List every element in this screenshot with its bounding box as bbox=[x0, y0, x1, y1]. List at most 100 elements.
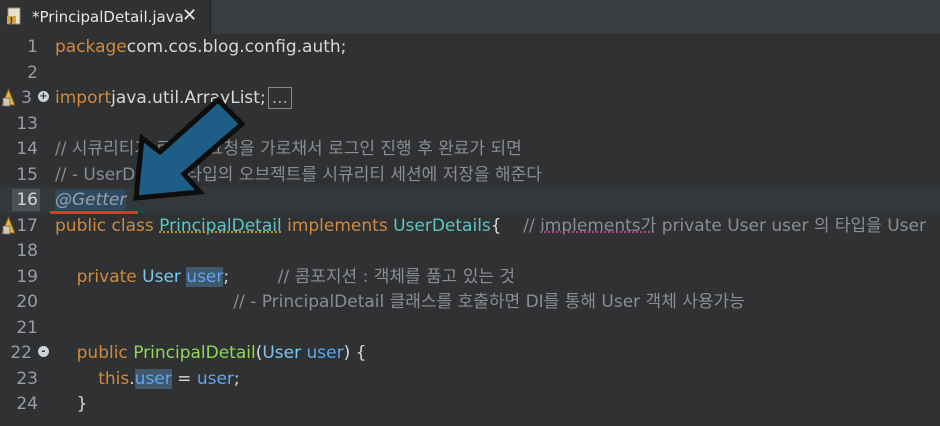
code-token: // 시큐리티가 로그인 요청을 가로채서 로그인 진행 후 완료가 되면 bbox=[55, 139, 522, 159]
code-token: private User user 의 타입을 User bbox=[656, 215, 926, 236]
code-token: } bbox=[55, 394, 88, 414]
java-file-icon: J bbox=[7, 7, 21, 25]
code-token: @Getter bbox=[55, 190, 127, 210]
line-gutter[interactable]: 21 bbox=[0, 315, 48, 341]
line-gutter[interactable]: 2 bbox=[0, 60, 48, 86]
code-token: // - PrincipalDetail 클래스를 호출하면 DI를 통해 Us… bbox=[233, 292, 745, 312]
code-token: UserDetails bbox=[393, 215, 491, 236]
code-token: com.cos.blog.config.auth; bbox=[126, 37, 347, 57]
code-token: { bbox=[490, 215, 524, 236]
code-token: ; bbox=[233, 368, 240, 389]
close-icon[interactable]: ✕ bbox=[182, 6, 197, 26]
code-token: ) { bbox=[343, 343, 367, 363]
code-token: this bbox=[98, 368, 130, 389]
code-token: public bbox=[76, 343, 134, 363]
code-token: user bbox=[196, 368, 234, 389]
line-gutter[interactable]: 19 bbox=[0, 264, 48, 290]
tab-principal-detail[interactable]: J *PrincipalDetail.java ✕ bbox=[0, 0, 211, 34]
line-gutter[interactable]: 15 bbox=[0, 162, 48, 188]
code-token: // - UserDetails 타입의 오브젝트를 시큐리티 세션에 저장을 … bbox=[55, 164, 542, 185]
line-number: 1 bbox=[27, 37, 38, 57]
code-line-21[interactable]: 21 bbox=[0, 315, 940, 341]
code-token: implements bbox=[287, 215, 394, 236]
code-text[interactable]: } bbox=[55, 393, 88, 415]
line-gutter[interactable]: 23 bbox=[0, 366, 48, 392]
code-token: private bbox=[76, 266, 143, 287]
code-token: import bbox=[55, 88, 112, 108]
folded-region-marker[interactable]: ... bbox=[267, 87, 292, 109]
code-text[interactable]: // 시큐리티가 로그인 요청을 가로채서 로그인 진행 후 완료가 되면 bbox=[55, 138, 522, 160]
red-underline bbox=[50, 211, 138, 214]
warning-marker-icon[interactable] bbox=[0, 88, 17, 107]
warning-marker-icon[interactable] bbox=[0, 215, 17, 235]
expand-fold-icon[interactable]: + bbox=[38, 91, 49, 102]
code-token: . bbox=[129, 368, 135, 389]
line-number: 22 bbox=[10, 343, 32, 363]
svg-text:J: J bbox=[9, 16, 13, 25]
collapse-fold-icon[interactable]: - bbox=[38, 346, 49, 357]
code-line-23[interactable]: 23 this.user = user; bbox=[0, 366, 940, 392]
code-line-18[interactable]: 18 bbox=[0, 238, 940, 264]
code-text[interactable]: // - UserDetails 타입의 오브젝트를 시큐리티 세션에 저장을 … bbox=[55, 164, 542, 186]
line-gutter[interactable]: 24 bbox=[0, 391, 48, 417]
code-line-24[interactable]: 24 } bbox=[0, 391, 940, 417]
code-token: // bbox=[523, 215, 541, 236]
code-line-20[interactable]: 20 // - PrincipalDetail 클래스를 호출하면 DI를 통해… bbox=[0, 289, 940, 315]
code-line-22[interactable]: 22- public PrincipalDetail(User user) { bbox=[0, 340, 940, 366]
code-token: user bbox=[134, 368, 172, 389]
code-editor[interactable]: 1 packagecom.cos.blog.config.auth; 2 3 + impo… bbox=[0, 34, 940, 426]
line-number: 23 bbox=[16, 368, 38, 389]
code-token: implements가 bbox=[540, 215, 657, 236]
line-number: 13 bbox=[16, 113, 38, 134]
line-number: 19 bbox=[16, 266, 38, 287]
line-number: 16 bbox=[12, 189, 40, 211]
code-line-17[interactable]: 17 public class PrincipalDetail implement… bbox=[0, 213, 940, 239]
line-number: 3 bbox=[21, 88, 32, 108]
line-number: 21 bbox=[16, 317, 38, 338]
editor-tab-bar: J *PrincipalDetail.java ✕ bbox=[0, 0, 940, 34]
code-token: // 콤포지션 : 객체를 품고 있는 것 bbox=[277, 266, 516, 287]
code-token: ; bbox=[223, 266, 278, 287]
line-gutter[interactable]: 1 bbox=[0, 34, 48, 60]
line-number: 15 bbox=[16, 164, 38, 185]
line-gutter[interactable]: 14 bbox=[0, 136, 48, 162]
line-gutter[interactable]: 22- bbox=[0, 340, 49, 366]
code-token: = bbox=[171, 368, 197, 389]
code-token: PrincipalDetail bbox=[159, 215, 282, 236]
code-token: user bbox=[306, 343, 344, 363]
line-gutter[interactable]: 13 bbox=[0, 111, 48, 137]
code-text[interactable]: // - PrincipalDetail 클래스를 호출하면 DI를 통해 Us… bbox=[55, 291, 745, 313]
code-text[interactable]: @Getter bbox=[55, 189, 127, 211]
line-number: 2 bbox=[27, 62, 38, 83]
code-token: User bbox=[142, 266, 187, 287]
code-line-2[interactable]: 2 bbox=[0, 60, 940, 86]
line-gutter[interactable]: 20 bbox=[0, 289, 48, 315]
code-text[interactable]: public PrincipalDetail(User user) { bbox=[55, 342, 367, 364]
line-gutter[interactable]: 17 bbox=[0, 213, 48, 239]
code-text[interactable]: packagecom.cos.blog.config.auth; bbox=[55, 36, 346, 58]
line-number: 24 bbox=[16, 394, 38, 414]
code-token: user bbox=[186, 266, 224, 287]
line-number: 18 bbox=[16, 241, 38, 261]
line-number: 20 bbox=[16, 292, 38, 312]
line-number: 14 bbox=[16, 139, 38, 159]
line-number: 17 bbox=[16, 215, 38, 236]
code-text[interactable]: public class PrincipalDetail implements … bbox=[55, 215, 926, 237]
pointing-arrow-icon bbox=[133, 96, 246, 201]
code-token: public class bbox=[55, 215, 160, 236]
code-line-1[interactable]: 1 packagecom.cos.blog.config.auth; bbox=[0, 34, 940, 60]
code-text[interactable]: this.user = user; bbox=[55, 368, 240, 390]
line-gutter[interactable]: 18 bbox=[0, 238, 48, 264]
code-token: PrincipalDetail bbox=[133, 343, 256, 363]
line-gutter[interactable]: 16 bbox=[0, 187, 48, 213]
code-token: package bbox=[55, 37, 127, 57]
code-line-19[interactable]: 19 private User user; // 콤포지션 : 객체를 품고 있… bbox=[0, 264, 940, 290]
tab-title: *PrincipalDetail.java bbox=[32, 8, 184, 26]
code-token: User bbox=[262, 343, 307, 363]
line-gutter[interactable]: 3 + bbox=[0, 85, 49, 111]
code-text[interactable]: private User user; // 콤포지션 : 객체를 품고 있는 것 bbox=[55, 266, 515, 288]
